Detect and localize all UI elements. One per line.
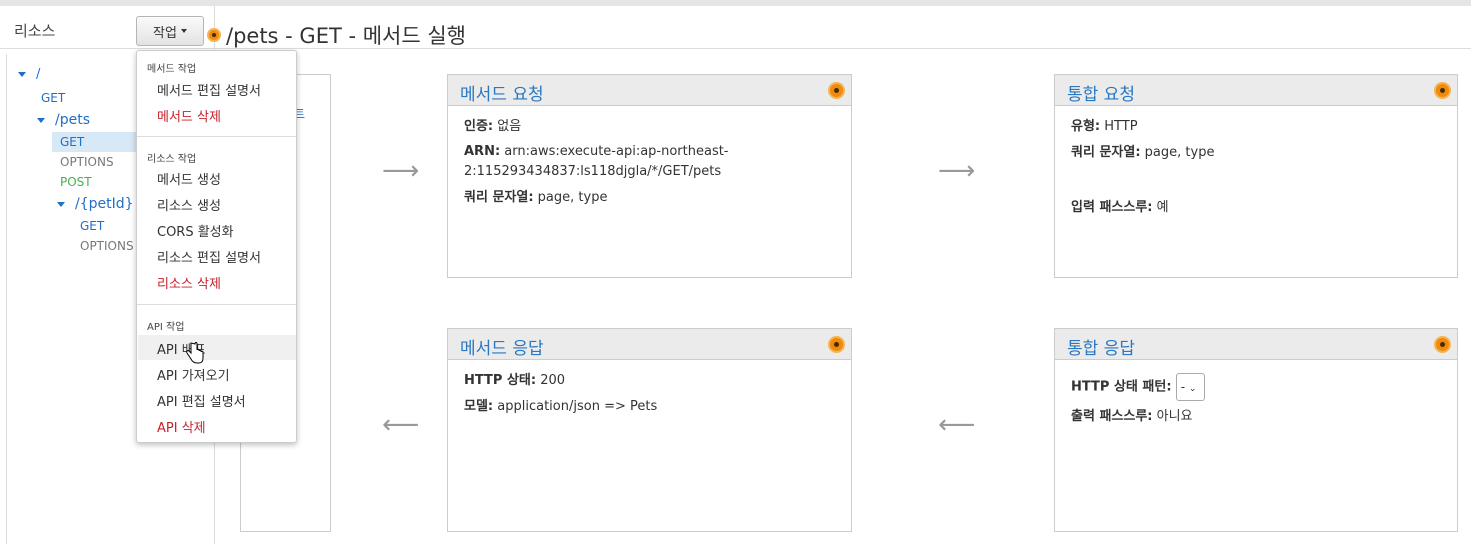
actions-menu: 메서드 작업 메서드 편집 설명서 메서드 삭제 리소스 작업 메서드 생성 리… [136, 50, 297, 443]
status-dot-icon [828, 336, 845, 353]
status-dot-icon [828, 82, 845, 99]
type-value: HTTP [1104, 119, 1138, 134]
menu-divider [137, 304, 296, 305]
query-value: page, type [1144, 145, 1215, 160]
status-dot-icon [1434, 336, 1451, 353]
tree-item-pets-options[interactable]: OPTIONS [60, 155, 114, 169]
type-label: 유형: [1071, 119, 1101, 134]
menu-item-delete-resource[interactable]: 리소스 삭제 [157, 273, 221, 292]
menu-item-create-method[interactable]: 메서드 생성 [157, 169, 221, 188]
menu-item-edit-method-docs[interactable]: 메서드 편집 설명서 [157, 80, 261, 99]
caret-down-icon[interactable] [37, 118, 45, 123]
arn-row: ARN: arn:aws:execute-api:ap-northeast- 2… [464, 142, 729, 182]
passthrough-value: 아니요 [1156, 409, 1193, 424]
tree-item-label: /{petId} [75, 196, 134, 212]
tree-item-label: /pets [55, 112, 90, 128]
arn-value-cont: 2:115293434837:ls118djgla/*/GET/pets [464, 164, 722, 179]
type-row: 유형: HTTP [1071, 117, 1138, 137]
caret-down-icon[interactable] [18, 72, 26, 77]
method-response-title[interactable]: 메서드 응답 [460, 334, 544, 359]
status-dot-icon [1434, 82, 1451, 99]
tree-item-pets[interactable]: /pets [37, 112, 90, 128]
arrow-left-icon: ⟵ [938, 410, 976, 440]
query-row: 쿼리 문자열: page, type [1071, 143, 1214, 163]
actions-button[interactable]: 작업 [136, 16, 204, 46]
caret-down-icon[interactable] [57, 202, 65, 207]
status-value: 200 [540, 373, 566, 388]
method-request-header: 메서드 요청 [448, 75, 851, 106]
passthrough-row: 입력 패스스루: 예 [1071, 198, 1169, 218]
integration-response-title[interactable]: 통합 응답 [1067, 334, 1135, 359]
query-label: 쿼리 문자열: [1071, 145, 1141, 160]
menu-section-api: API 작업 [147, 322, 185, 333]
page-title: /pets - GET - 메서드 실행 [226, 24, 467, 48]
header-divider [0, 48, 1471, 49]
menu-section-resource: 리소스 작업 [147, 154, 197, 165]
query-label: 쿼리 문자열: [464, 190, 534, 205]
status-label: HTTP 상태: [464, 373, 537, 388]
arrow-left-icon: ⟵ [382, 410, 420, 440]
menu-item-edit-api-docs[interactable]: API 편집 설명서 [157, 391, 246, 410]
arrow-right-icon: ⟶ [382, 156, 420, 186]
model-row: 모델: application/json => Pets [464, 397, 657, 417]
method-response-box[interactable]: 메서드 응답 HTTP 상태: 200 모델: application/json… [447, 328, 852, 532]
pattern-label: HTTP 상태 패턴: [1071, 379, 1172, 395]
auth-value: 없음 [497, 119, 522, 134]
passthrough-label: 출력 패스스루: [1071, 409, 1153, 424]
tree-item-pets-post[interactable]: POST [60, 175, 92, 189]
query-row: 쿼리 문자열: page, type [464, 188, 607, 208]
chevron-down-icon [180, 29, 187, 33]
status-row: HTTP 상태: 200 [464, 371, 565, 391]
tree-item-root-get[interactable]: GET [41, 91, 65, 105]
tree-item-pets-get[interactable]: GET [60, 135, 84, 149]
sidebar-title: 리소스 [14, 22, 56, 40]
pattern-row: HTTP 상태 패턴: - ⌄ [1071, 373, 1205, 401]
tree-item-petid-get[interactable]: GET [80, 219, 104, 233]
menu-divider [137, 136, 296, 137]
passthrough-row: 출력 패스스루: 아니요 [1071, 407, 1193, 427]
sidebar-edge [6, 54, 7, 544]
passthrough-label: 입력 패스스루: [1071, 200, 1153, 215]
arn-label: ARN: [464, 144, 501, 159]
method-response-header: 메서드 응답 [448, 329, 851, 360]
menu-item-edit-resource-docs[interactable]: 리소스 편집 설명서 [157, 247, 261, 266]
tree-item-label: / [36, 67, 41, 82]
hand-cursor-icon [186, 342, 204, 369]
menu-item-create-resource[interactable]: 리소스 생성 [157, 195, 221, 214]
auth-label: 인증: [464, 119, 494, 134]
method-request-title[interactable]: 메서드 요청 [460, 80, 544, 105]
menu-item-enable-cors[interactable]: CORS 활성화 [157, 221, 234, 240]
status-dot-icon [207, 28, 221, 42]
top-bar [0, 0, 1471, 6]
menu-item-delete-api[interactable]: API 삭제 [157, 417, 206, 436]
integration-response-header: 통합 응답 [1055, 329, 1457, 360]
passthrough-value: 예 [1156, 200, 1169, 215]
status-pattern-value: - [1180, 380, 1186, 394]
auth-row: 인증: 없음 [464, 117, 521, 137]
query-value: page, type [537, 190, 608, 205]
actions-button-label: 작업 [153, 25, 177, 41]
integration-request-title[interactable]: 통합 요청 [1067, 80, 1135, 105]
integration-request-box[interactable]: 통합 요청 유형: HTTP 쿼리 문자열: page, type 입력 패스스… [1054, 74, 1458, 278]
tree-item-petid[interactable]: /{petId} [57, 196, 134, 212]
tree-item-petid-options[interactable]: OPTIONS [80, 239, 134, 253]
arn-value: arn:aws:execute-api:ap-northeast- [504, 144, 729, 159]
arrow-right-icon: ⟶ [938, 156, 976, 186]
integration-response-box[interactable]: 통합 응답 HTTP 상태 패턴: - ⌄ 출력 패스스루: 아니요 [1054, 328, 1458, 532]
menu-section-method: 메서드 작업 [147, 64, 197, 75]
tree-item-root[interactable]: / [18, 67, 40, 82]
method-request-box[interactable]: 메서드 요청 인증: 없음 ARN: arn:aws:execute-api:a… [447, 74, 852, 278]
model-value: application/json => Pets [497, 399, 658, 414]
integration-request-header: 통합 요청 [1055, 75, 1457, 106]
menu-item-delete-method[interactable]: 메서드 삭제 [157, 106, 221, 125]
chevron-down-icon: ⌄ [1188, 384, 1197, 394]
status-pattern-select[interactable]: - ⌄ [1175, 373, 1205, 401]
model-label: 모델: [464, 399, 494, 414]
